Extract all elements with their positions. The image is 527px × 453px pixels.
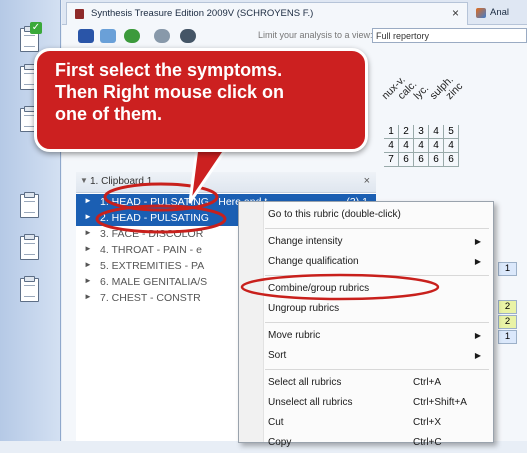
- highlight-ellipse-combine: [240, 273, 440, 301]
- callout-text: First select the symptoms. Then Right mo…: [55, 60, 285, 124]
- instruction-callout: First select the symptoms. Then Right mo…: [34, 48, 368, 152]
